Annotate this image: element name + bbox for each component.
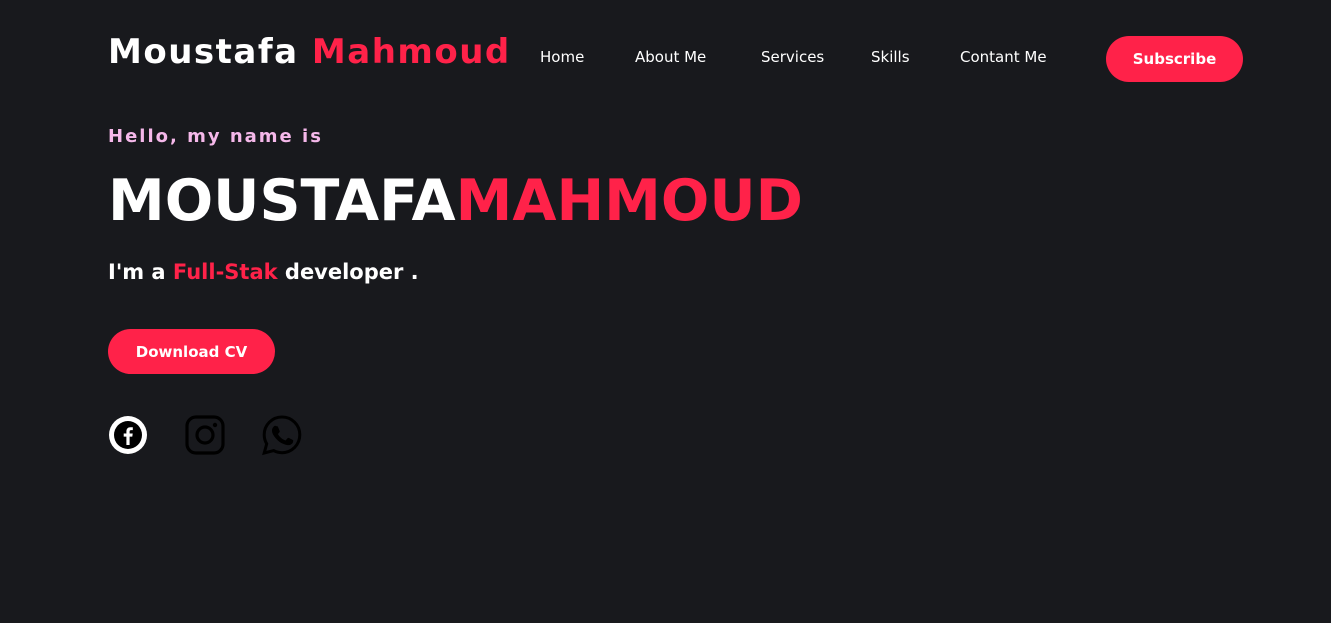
nav-about-link[interactable]: About Me (635, 48, 706, 66)
tagline-prefix: I'm a (108, 260, 166, 284)
logo-last-name: Mahmoud (311, 32, 511, 72)
nav-services-link[interactable]: Services (761, 48, 824, 66)
site-logo[interactable]: Moustafa Mahmoud (108, 32, 511, 72)
greeting-text: Hello, my name is (108, 126, 323, 147)
hero-last-name: MAHMOUD (455, 168, 803, 234)
instagram-icon[interactable] (184, 414, 226, 456)
hero-tagline: I'm a Full-Stak developer . (108, 260, 419, 284)
hero-name: MOUSTAFAMAHMOUD (108, 166, 803, 236)
facebook-icon[interactable] (107, 414, 149, 456)
subscribe-button[interactable]: Subscribe (1106, 36, 1243, 82)
nav-skills-link[interactable]: Skills (871, 48, 910, 66)
download-cv-button[interactable]: Download CV (108, 329, 275, 374)
hero-first-name: MOUSTAFA (108, 168, 456, 234)
nav-contact-link[interactable]: Contant Me (960, 48, 1047, 66)
tagline-highlight: Full-Stak (172, 260, 278, 284)
whatsapp-icon[interactable] (261, 414, 303, 456)
nav-home-link[interactable]: Home (540, 48, 584, 66)
logo-first-name: Moustafa (108, 32, 299, 72)
page: Moustafa Mahmoud Home About Me Services … (0, 0, 1331, 623)
tagline-suffix: developer . (284, 260, 419, 284)
